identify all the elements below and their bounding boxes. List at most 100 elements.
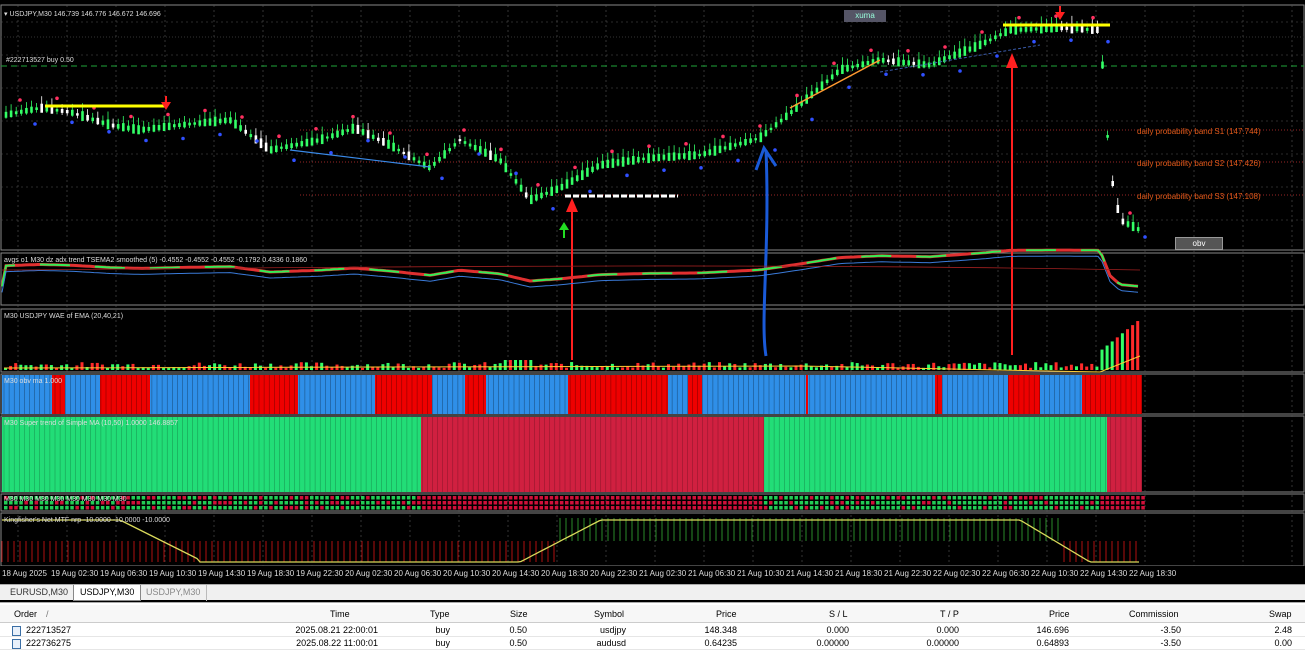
candle-body [978,40,982,50]
candle-body [193,122,196,125]
mtf-dot [468,496,472,500]
mtf-dot [1120,501,1125,505]
mtf-dot [1049,496,1053,500]
mtf-dot [825,506,829,510]
signal-dot [625,173,629,178]
mtf-dot [1029,506,1033,510]
candle-body [723,146,727,150]
mtf-dot [299,496,304,500]
mtf-dot [228,496,232,500]
xuma-button[interactable]: xuma [844,10,886,22]
mtf-dot [723,506,727,510]
mtf-dot [891,501,895,505]
mtf-dot [682,496,686,500]
mtf-dot [830,506,834,510]
candle-body [229,117,232,124]
mtf-dot [758,501,763,505]
supertrend-block [764,417,1107,492]
mtf-dot [233,496,237,500]
obv-button[interactable]: obv [1175,237,1223,250]
cell-order: 222713527 [26,625,72,635]
mtf-dot [381,501,385,505]
col-type[interactable]: Type [430,609,450,619]
mtf-dot [493,506,498,510]
mtf-dot [172,496,176,500]
mtf-dot [559,496,564,500]
col-symbol[interactable]: Symbol [594,609,624,619]
chart-area[interactable]: ▾ USDJPY,M30 146.739 146.776 146.672 146… [0,0,1305,582]
table-row[interactable]: 222713527 2025.08.21 22:00:01 buy 0.50 usdjp… [0,624,1305,637]
mtf-dot [922,506,926,510]
mtf-dot [19,506,23,510]
mtf-dot [718,506,722,510]
table-row[interactable]: 222736275 2025.08.22 11:00:01 buy 0.50 audus… [0,637,1305,650]
col-current-price[interactable]: Price [1049,609,1070,619]
wae-bar [667,364,670,370]
obv-block [375,375,432,414]
wae-bar [264,367,268,370]
mtf-dot [182,501,186,505]
cell-price: 148.348 [704,625,737,635]
signal-dot [610,149,614,154]
col-swap[interactable]: Swap [1269,609,1292,619]
mtf-dot [830,501,834,505]
wae-bar [733,364,737,370]
signal-dot [1069,38,1073,42]
candle-body [280,146,283,149]
tab-chart-0[interactable]: EURUSD,M30 [4,585,76,601]
col-price[interactable]: Price [716,609,737,619]
mtf-dot [575,496,579,500]
candle-body [111,123,115,128]
mtf-dot [14,506,18,510]
mtf-dot [422,501,426,505]
wae-bar [1008,365,1012,370]
mtf-dot [702,501,707,505]
candle-body [275,145,278,152]
col-time[interactable]: Time [330,609,350,619]
mtf-dot [871,501,875,505]
wae-bar [799,364,803,370]
candle-body [269,146,273,154]
wae-bar [253,363,257,370]
mtf-dot [927,501,931,505]
wae-bar [544,364,548,370]
mtf-dot [228,506,232,510]
col-tp[interactable]: T / P [940,609,959,619]
signal-dot [995,54,999,58]
mtf-dot [478,501,482,505]
chart-canvas[interactable] [0,0,1305,566]
candle-body [667,152,671,161]
col-sl[interactable]: S / L [829,609,848,619]
col-size[interactable]: Size [510,609,528,619]
mtf-dot [580,496,584,500]
time-axis-label: 20 Aug 06:30 [394,569,442,578]
col-order[interactable]: Order [14,609,37,619]
mtf-dot [916,506,921,510]
mtf-dot [702,506,707,510]
symbol-header-text: USDJPY,M30 146.739 146.776 146.672 146.6… [9,11,161,18]
tab-chart-1[interactable]: USDJPY,M30 [73,585,142,601]
mtf-dot [1131,501,1135,505]
mtf-dot [213,506,217,510]
mtf-dot [162,501,166,505]
mtf-dot [636,496,640,500]
mtf-dot [702,496,707,500]
candle-body [703,151,706,157]
candle-body [433,161,436,166]
tab-chart-2[interactable]: USDJPY,M30 [140,585,208,601]
mtf-dot [626,496,630,500]
col-commission[interactable]: Commission [1129,609,1179,619]
mtf-dot [1120,496,1125,500]
mtf-dot [177,501,181,505]
candle-body [790,110,793,115]
mtf-dot [733,501,737,505]
signal-dot [958,69,962,73]
wae-bar [503,360,507,370]
mtf-dot [559,506,564,510]
order-line-label: #222713527 buy 0.50 [6,57,74,64]
mtf-dot [554,496,559,500]
mtf-dot [1115,496,1120,500]
signal-dot [1106,39,1110,44]
mtf-dot [208,501,212,505]
obv-block [1094,375,1142,414]
